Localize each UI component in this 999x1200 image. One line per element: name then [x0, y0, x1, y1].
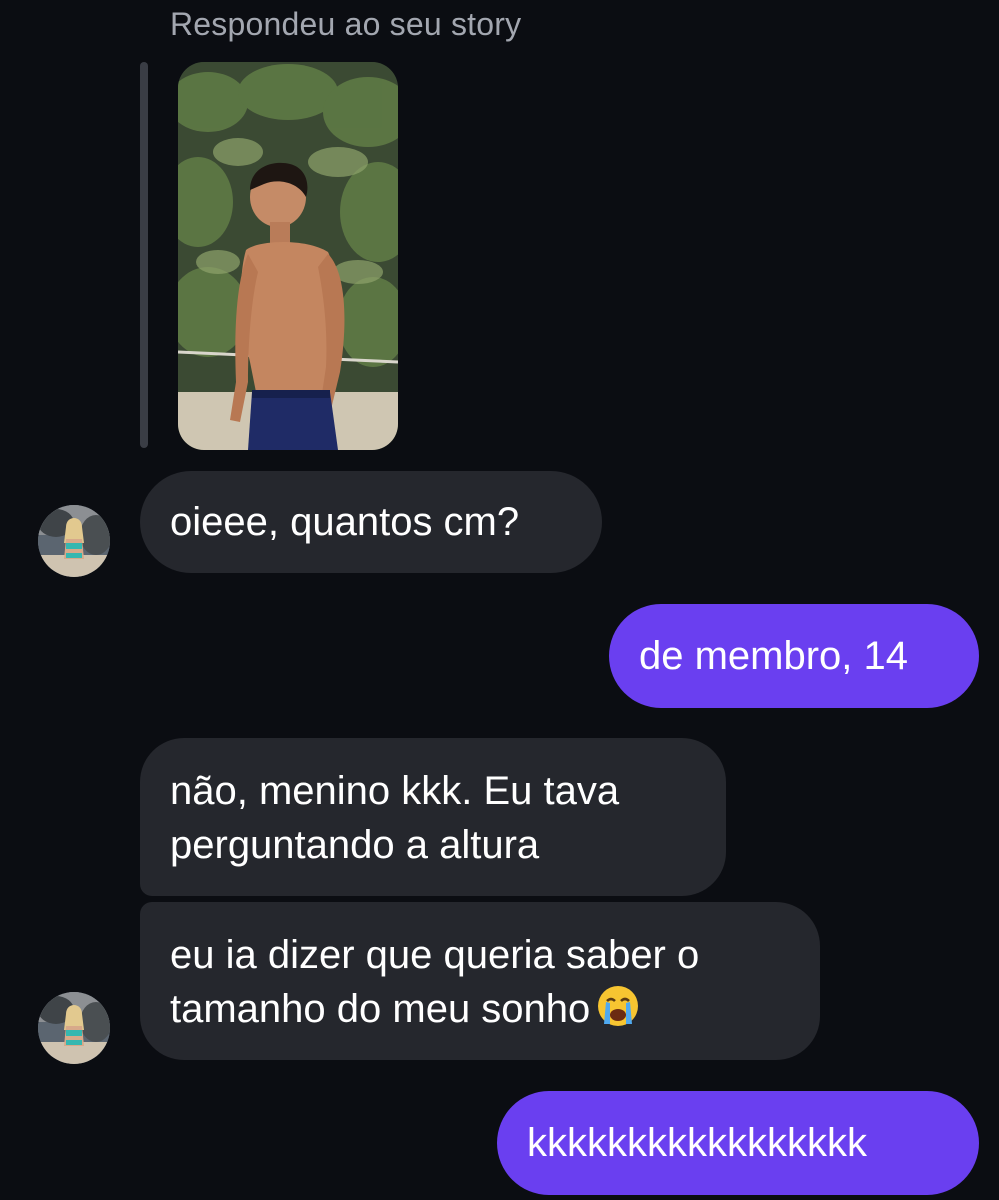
contact-avatar-2[interactable]	[38, 992, 110, 1064]
quote-bar	[140, 62, 148, 448]
message-bubble-3[interactable]: não, menino kkk. Eu tava perguntando a a…	[140, 738, 726, 896]
message-text: kkkkkkkkkkkkkkkkk	[527, 1121, 867, 1165]
message-bubble-2[interactable]: de membro, 14	[609, 604, 979, 708]
reply-header: Respondeu ao seu story	[170, 6, 522, 42]
message-text-line-1: não, menino kkk. Eu tava	[170, 769, 620, 813]
message-text-line-2: perguntando a altura	[170, 823, 540, 867]
message-text-line-2: tamanho do meu sonho	[170, 982, 790, 1042]
message-text: tamanho do meu sonho	[170, 987, 591, 1031]
contact-avatar-1[interactable]	[38, 505, 110, 577]
story-photo-icon	[178, 62, 398, 450]
avatar-photo-icon	[38, 992, 110, 1064]
message-text-line-1: eu ia dizer que queria saber o	[170, 933, 700, 977]
story-thumbnail[interactable]	[178, 62, 398, 450]
avatar-photo-icon	[38, 505, 110, 577]
message-text: oieee, quantos cm?	[170, 500, 520, 544]
crying-face-emoji-icon	[596, 984, 640, 1042]
message-bubble-5[interactable]: kkkkkkkkkkkkkkkkk	[497, 1091, 979, 1195]
message-text: de membro, 14	[639, 634, 909, 678]
message-bubble-4[interactable]: eu ia dizer que queria saber o tamanho d…	[140, 902, 820, 1060]
message-bubble-1[interactable]: oieee, quantos cm?	[140, 471, 602, 573]
